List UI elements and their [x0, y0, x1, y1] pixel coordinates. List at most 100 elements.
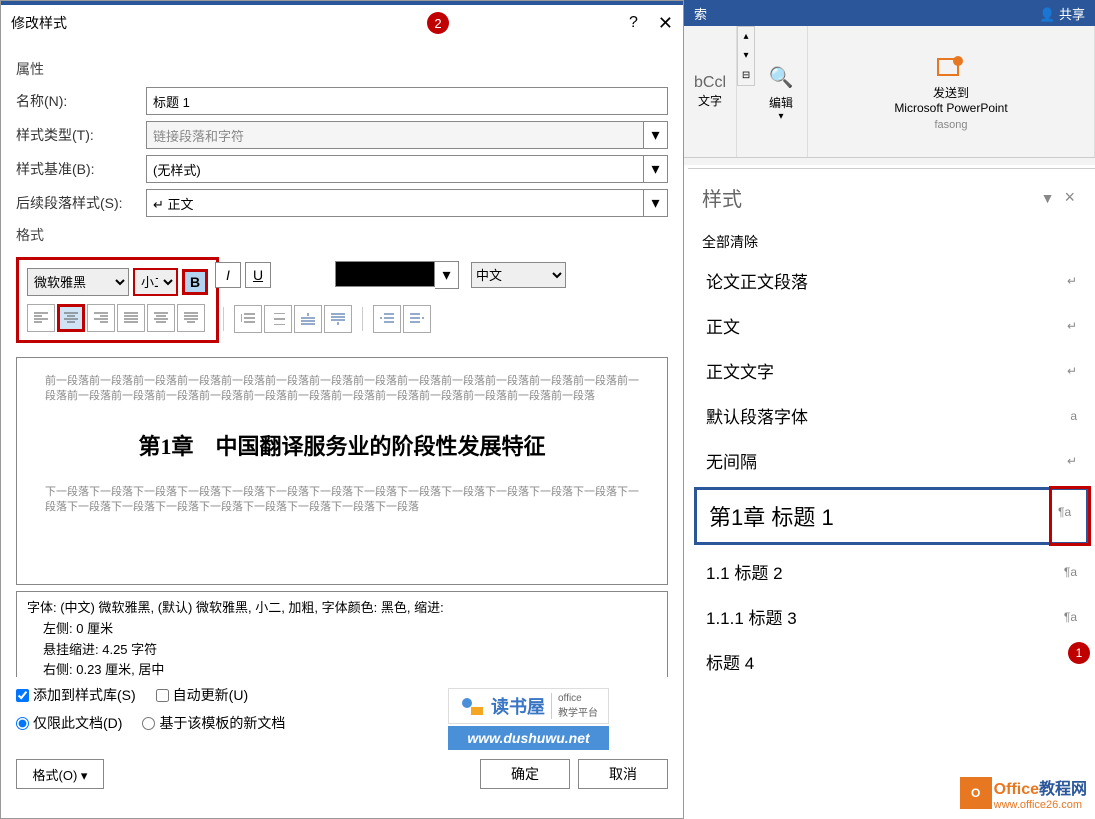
help-button[interactable]: ? [629, 14, 638, 32]
gallery-more-icon[interactable]: ⊟ [738, 66, 754, 85]
style-gallery-nav[interactable]: ▴ ▾ ⊟ [737, 26, 755, 86]
gallery-up-icon[interactable]: ▴ [738, 27, 754, 46]
align-last-button[interactable] [177, 304, 205, 332]
preview-next-text: 下一段落下一段落下一段落下一段落下一段落下一段落下一段落下一段落下一段落下一段落… [45, 485, 639, 516]
desc-line-2: 左侧: 0 厘米 [27, 619, 657, 640]
format-menu-button[interactable]: 格式(O) ▾ [16, 759, 104, 789]
preview-box: 前一段落前一段落前一段落前一段落前一段落前一段落前一段落前一段落前一段落前一段落… [16, 357, 668, 585]
name-input[interactable] [146, 87, 668, 115]
linespacing-2-button[interactable] [264, 305, 292, 333]
type-label: 样式类型(T): [16, 125, 146, 145]
style-sample: bCcl [694, 74, 726, 92]
fasong-label: fasong [934, 119, 967, 131]
font-select[interactable]: 微软雅黑 [27, 268, 129, 296]
only-document-radio[interactable]: 仅限此文档(D) [16, 713, 122, 733]
dialog-title: 修改样式 [11, 13, 87, 33]
dushuwu-text: 读书屋 [491, 693, 545, 719]
align-justify-button[interactable] [117, 304, 145, 332]
office26-logo-icon: O [960, 777, 992, 809]
dushuwu-sub1: office [558, 693, 598, 704]
align-right-button[interactable] [87, 304, 115, 332]
annotation-badge-2: 2 [427, 12, 449, 34]
base-dropdown[interactable]: ▾ [644, 155, 668, 183]
sendto-label: 发送到 [933, 84, 969, 101]
spacing-after-button[interactable] [324, 305, 352, 333]
auto-update-checkbox[interactable]: 自动更新(U) [156, 685, 248, 705]
lang-select[interactable]: 中文 [471, 262, 566, 288]
style-item-normal[interactable]: 正文↵ [688, 303, 1095, 348]
name-label: 名称(N): [16, 91, 146, 111]
size-select[interactable]: 小二 [133, 268, 178, 296]
ribbon-styles-group[interactable]: bCcl 文字 [684, 26, 737, 157]
ribbon-search-fragment: 索 [694, 4, 707, 23]
linespacing-1-button[interactable] [234, 305, 262, 333]
ribbon: 索 👤 共享 bCcl 文字 ▴ ▾ ⊟ 🔍 编辑 ▾ 发送到 Microsof… [684, 0, 1095, 165]
type-dropdown: ▾ [644, 121, 668, 149]
style-item-heading-3[interactable]: 1.1.1 标题 3¶a [688, 594, 1095, 639]
style-item-heading-1[interactable]: 第1章 标题 1 ¶a [694, 487, 1089, 545]
base-select[interactable] [146, 155, 644, 183]
type-select [146, 121, 644, 149]
gallery-down-icon[interactable]: ▾ [738, 46, 754, 65]
align-left-button[interactable] [27, 304, 55, 332]
style-name-fragment: 文字 [698, 92, 722, 109]
italic-button[interactable]: I [215, 262, 241, 288]
template-radio[interactable]: 基于该模板的新文档 [142, 713, 285, 733]
style-item-body-text[interactable]: 正文文字↵ [688, 348, 1095, 393]
spacing-before-button[interactable] [294, 305, 322, 333]
align-center-button[interactable] [57, 304, 85, 332]
next-label: 后续段落样式(S): [16, 193, 146, 213]
color-swatch [335, 261, 435, 287]
pane-options-icon[interactable]: ▼ [1041, 190, 1055, 206]
styles-pane: 样式 ▼ × 全部清除 论文正文段落↵ 正文↵ 正文文字↵ 默认段落字体a 无间… [688, 168, 1095, 819]
desc-line-1: 字体: (中文) 微软雅黑, (默认) 微软雅黑, 小二, 加粗, 字体颜色: … [27, 598, 657, 619]
style-item-default-font[interactable]: 默认段落字体a [688, 393, 1095, 438]
pane-close-icon[interactable]: × [1064, 187, 1075, 208]
search-icon: 🔍 [765, 62, 797, 94]
next-dropdown[interactable]: ▾ [644, 189, 668, 217]
preview-prev-text: 前一段落前一段落前一段落前一段落前一段落前一段落前一段落前一段落前一段落前一段落… [45, 374, 639, 405]
bold-button[interactable]: B [182, 269, 208, 295]
format-highlight-box: 微软雅黑 小二 B [16, 257, 219, 343]
watermark-dushuwu: 读书屋 office 教学平台 www.dushuwu.net [448, 688, 609, 750]
ribbon-edit-group[interactable]: 🔍 编辑 ▾ [755, 26, 808, 157]
clear-all-button[interactable]: 全部清除 [688, 226, 1095, 258]
styles-title: 样式 [702, 183, 1031, 212]
dialog-titlebar: 修改样式 2 ? ✕ [1, 1, 683, 41]
styles-header: 样式 ▼ × [688, 177, 1095, 226]
dushuwu-logo-icon [459, 695, 485, 717]
ribbon-sendto-group[interactable]: 发送到 Microsoft PowerPoint fasong [808, 26, 1095, 157]
style-item-heading-2[interactable]: 1.1 标题 2¶a [688, 549, 1095, 594]
color-dropdown[interactable]: ▾ [435, 261, 459, 289]
indent-decrease-button[interactable] [373, 305, 401, 333]
style-item-no-spacing[interactable]: 无间隔↵ [688, 438, 1095, 483]
close-button[interactable]: ✕ [658, 13, 673, 34]
description-box: 字体: (中文) 微软雅黑, (默认) 微软雅黑, 小二, 加粗, 字体颜色: … [16, 591, 668, 677]
dialog-body: 属性 名称(N): 样式类型(T): ▾ 样式基准(B): ▾ 后续段落样式(S… [1, 41, 683, 751]
dushuwu-sub2: 教学平台 [558, 704, 598, 719]
desc-line-4: 右侧: 0.23 厘米, 居中 [27, 660, 657, 677]
powerpoint-icon [935, 52, 967, 84]
base-label: 样式基准(B): [16, 159, 146, 179]
share-button[interactable]: 👤 共享 [1039, 4, 1085, 23]
office26-url: www.office26.com [994, 799, 1087, 811]
watermark-office26: O Office教程网 www.office26.com [960, 775, 1087, 811]
section-properties: 属性 [16, 59, 668, 79]
desc-line-3: 悬挂缩进: 4.25 字符 [27, 640, 657, 661]
indent-increase-button[interactable] [403, 305, 431, 333]
underline-button[interactable]: U [245, 262, 271, 288]
office26-text: Office教程网 [994, 775, 1087, 799]
ribbon-top: 索 👤 共享 [684, 0, 1095, 26]
next-select[interactable] [146, 189, 644, 217]
annotation-badge-1: 1 [1068, 642, 1090, 664]
dialog-footer: 格式(O) ▾ 确定 取消 [1, 751, 683, 797]
style-item-paper-body[interactable]: 论文正文段落↵ [688, 258, 1095, 303]
cancel-button[interactable]: 取消 [578, 759, 668, 789]
section-format: 格式 [16, 225, 668, 245]
style-item-heading-4[interactable]: 标题 4 [688, 639, 1095, 684]
preview-heading: 第1章 中国翻译服务业的阶段性发展特征 [45, 429, 639, 461]
dushuwu-url: www.dushuwu.net [448, 726, 609, 750]
ok-button[interactable]: 确定 [480, 759, 570, 789]
add-quickstyle-checkbox[interactable]: 添加到样式库(S) [16, 685, 136, 705]
align-distribute-button[interactable] [147, 304, 175, 332]
